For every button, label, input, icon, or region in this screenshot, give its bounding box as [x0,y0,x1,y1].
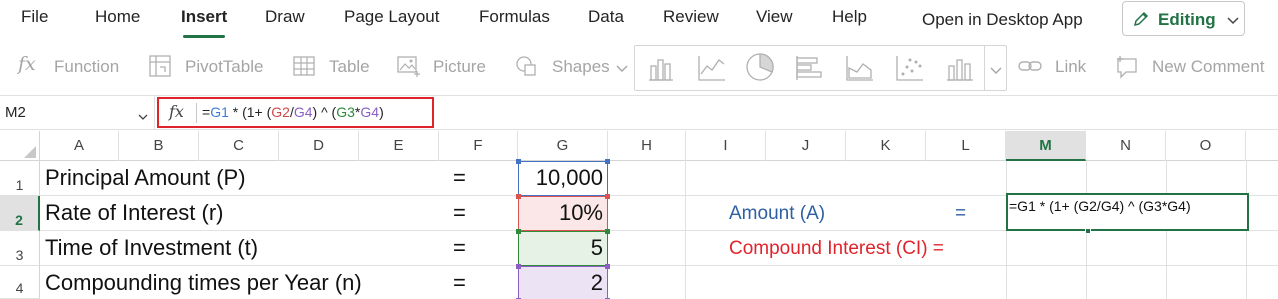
row-header-1[interactable]: 1 [0,161,40,196]
column-header-k[interactable]: K [846,131,926,161]
column-header-d[interactable]: D [279,131,359,161]
link-icon [1017,54,1045,83]
name-box-value: M2 [5,104,26,121]
gridline [685,161,686,299]
menu-draw[interactable]: Draw [265,7,305,27]
cell-a2[interactable]: Rate of Interest (r) [45,200,224,226]
column-header-n[interactable]: N [1086,131,1166,161]
menu-home[interactable]: Home [95,7,140,27]
menu-data[interactable]: Data [588,7,624,27]
column-header-m[interactable]: M [1006,131,1086,161]
combo-chart-icon[interactable] [945,54,975,87]
menu-help[interactable]: Help [832,7,867,27]
pie-chart-icon[interactable] [745,52,775,87]
picture-icon [396,54,422,83]
chevron-down-icon [616,61,628,79]
link-label: Link [1055,57,1087,76]
editing-mode-button[interactable]: Editing [1122,1,1245,36]
pivottable-icon [148,54,172,83]
column-header-j[interactable]: J [766,131,846,161]
table-label: Table [329,57,370,76]
row-header-4[interactable]: 4 [0,266,40,299]
fill-handle[interactable] [1085,228,1091,234]
chevron-down-icon [1227,13,1239,31]
chevron-down-icon [138,109,148,127]
column-header-b[interactable]: B [119,131,199,161]
cell-f1[interactable]: = [453,165,466,191]
pencil-icon [1132,10,1150,33]
cell-a4[interactable]: Compounding times per Year (n) [45,270,362,296]
shapes-label: Shapes [552,57,610,76]
row-header-3[interactable]: 3 [0,231,40,266]
new-comment-icon [1114,54,1142,85]
menu-review[interactable]: Review [663,7,719,27]
column-header-i[interactable]: I [686,131,766,161]
cell-m2-formula: =G1 * (1+ (G2/G4) ^ (G3*G4) [1009,198,1191,214]
cell-f3[interactable]: = [453,235,466,261]
row-header-2[interactable]: 2 [0,196,40,231]
picture-label: Picture [433,57,486,76]
shapes-icon [514,54,540,83]
cell-f4[interactable]: = [453,270,466,296]
menu-formulas[interactable]: Formulas [479,7,550,27]
scatter-chart-icon[interactable] [895,54,925,87]
cell-g2[interactable]: 10% [518,200,608,226]
area-chart-icon[interactable] [845,54,875,87]
cell-j3[interactable]: Compound Interest (CI) = [729,238,944,260]
formula-input-highlight[interactable]: fx =G1 * (1+ (G2/G4) ^ (G3*G4) [157,97,434,128]
editing-label: Editing [1158,10,1216,29]
insert-ribbon: fx Function PivotTable Table Picture Sha… [0,40,1278,96]
formula-bar: M2 fx =G1 * (1+ (G2/G4) ^ (G3*G4) [0,96,1278,130]
active-tab-indicator [183,35,225,38]
select-all-corner[interactable] [0,131,40,161]
cell-a1[interactable]: Principal Amount (P) [45,165,246,191]
column-header-e[interactable]: E [359,131,439,161]
table-icon [292,54,316,83]
new-comment-label: New Comment [1152,57,1265,76]
column-header-h[interactable]: H [608,131,686,161]
chevron-down-icon [990,63,1002,81]
cell-g3[interactable]: 5 [518,235,608,261]
divider [196,103,197,123]
formula-input[interactable]: =G1 * (1+ (G2/G4) ^ (G3*G4) [202,104,384,120]
function-icon: fx [18,53,36,75]
name-box[interactable]: M2 [0,96,155,130]
gridline [40,265,1278,266]
cell-g1[interactable]: 10,000 [518,165,608,191]
cell-l2[interactable]: = [955,203,966,225]
chart-gallery-dropdown[interactable] [984,46,1007,90]
column-header-o[interactable]: O [1166,131,1246,161]
line-chart-icon[interactable] [697,54,727,87]
function-label: Function [54,57,120,76]
column-header-g[interactable]: G [518,131,608,161]
column-header-c[interactable]: C [199,131,279,161]
cell-g4[interactable]: 2 [518,270,608,296]
cell-j2[interactable]: Amount (A) [729,203,825,225]
cell-a3[interactable]: Time of Investment (t) [45,235,258,261]
insert-function-icon[interactable]: fx [169,102,184,121]
menu-page-layout[interactable]: Page Layout [344,7,439,27]
column-header-l[interactable]: L [926,131,1006,161]
cell-f2[interactable]: = [453,200,466,226]
menu-bar: File Home Insert Draw Page Layout Formul… [0,0,1278,40]
chart-gallery [634,45,1007,91]
column-header-a[interactable]: A [40,131,119,161]
open-in-desktop-app-button[interactable]: Open in Desktop App [922,10,1083,30]
active-cell-m2[interactable]: =G1 * (1+ (G2/G4) ^ (G3*G4) [1006,193,1249,234]
column-chart-icon[interactable] [647,54,675,87]
column-headers: A B C D E F G H I J K L M N O [0,131,1278,161]
bar-chart-icon[interactable] [795,54,823,87]
menu-file[interactable]: File [21,7,48,27]
column-header-f[interactable]: F [439,131,518,161]
menu-insert[interactable]: Insert [181,7,227,27]
menu-view[interactable]: View [756,7,793,27]
pivottable-label: PivotTable [185,57,264,76]
